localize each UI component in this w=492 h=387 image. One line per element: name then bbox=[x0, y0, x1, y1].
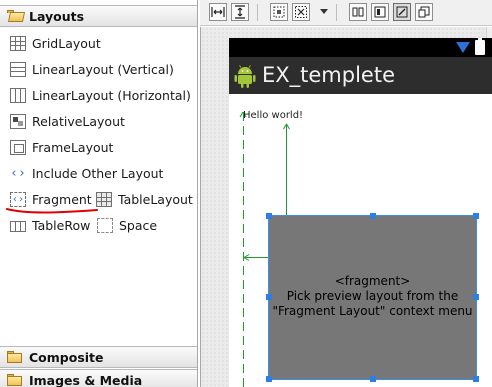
table-row-icon bbox=[10, 220, 26, 232]
folder-open-icon bbox=[7, 10, 26, 22]
palette-item-label: Include Other Layout bbox=[32, 165, 164, 181]
signal-icon bbox=[456, 42, 470, 53]
palette-item-relativelayout[interactable]: RelativeLayout bbox=[10, 111, 125, 131]
frame-layout-icon bbox=[10, 139, 26, 155]
action-bar: EX_templete bbox=[229, 57, 492, 94]
margins-icon bbox=[273, 6, 285, 18]
palette-item-linearlayout-horizontal[interactable]: LinearLayout (Horizontal) bbox=[10, 85, 191, 105]
change-layout-button[interactable] bbox=[415, 3, 433, 21]
palette-panel: Layouts GridLayout LinearLayout (Vertica… bbox=[0, 0, 198, 387]
chevron-down-icon[interactable] bbox=[320, 9, 328, 14]
linear-layout-vertical-icon bbox=[10, 61, 26, 77]
resize-handle[interactable] bbox=[473, 213, 479, 219]
hello-world-textview[interactable]: Hello world! bbox=[243, 110, 303, 121]
fragment-message: <fragment> Pick preview layout from the … bbox=[269, 274, 476, 319]
resize-handle[interactable] bbox=[266, 213, 272, 219]
palette-item-gridlayout[interactable]: GridLayout bbox=[10, 33, 101, 53]
distribute-weights-button[interactable] bbox=[349, 3, 367, 21]
palette-item-label: TableLayout bbox=[118, 191, 193, 207]
fragment-hint-line: Pick preview layout from the bbox=[286, 289, 459, 303]
toggle-fill-width-button[interactable] bbox=[209, 3, 227, 21]
palette-item-label: TableRow bbox=[32, 217, 91, 233]
resize-handle[interactable] bbox=[266, 376, 272, 382]
resize-handle[interactable] bbox=[473, 376, 479, 382]
space-icon bbox=[97, 217, 113, 233]
resize-handle[interactable] bbox=[370, 376, 376, 382]
resize-handle[interactable] bbox=[370, 213, 376, 219]
battery-icon bbox=[475, 38, 485, 55]
distribute-weights-icon bbox=[352, 7, 364, 17]
palette-item-space[interactable]: Space bbox=[97, 215, 157, 235]
layouts-category-label: Layouts bbox=[29, 8, 85, 24]
palette-item-label: LinearLayout (Vertical) bbox=[32, 61, 174, 77]
composite-category-label: Composite bbox=[29, 349, 104, 365]
composite-category-header[interactable]: Composite bbox=[0, 346, 197, 368]
palette-item-tablelayout[interactable]: TableLayout bbox=[96, 189, 193, 209]
palette-item-label: GridLayout bbox=[32, 35, 101, 51]
palette-item-framelayout[interactable]: FrameLayout bbox=[10, 137, 113, 157]
include-layout-icon: ‹› bbox=[10, 165, 26, 181]
assign-weight-icon bbox=[374, 6, 386, 18]
gravity-button[interactable] bbox=[292, 3, 310, 21]
grid-layout-icon bbox=[10, 35, 26, 51]
app-title: EX_templete bbox=[262, 63, 396, 87]
android-app-icon bbox=[234, 65, 256, 88]
assign-weight-button[interactable] bbox=[371, 3, 389, 21]
palette-item-label: LinearLayout (Horizontal) bbox=[32, 87, 191, 103]
layouts-category-header[interactable]: Layouts bbox=[0, 5, 197, 27]
fragment-hint-line: "Fragment Layout" context menu bbox=[272, 304, 473, 318]
toolbar-separator bbox=[257, 4, 258, 21]
palette-item-linearlayout-vertical[interactable]: LinearLayout (Vertical) bbox=[10, 59, 174, 79]
table-layout-icon bbox=[96, 191, 112, 207]
fill-width-icon bbox=[211, 7, 225, 17]
fragment-icon: ‹› bbox=[10, 191, 26, 207]
fragment-tag-label: <fragment> bbox=[334, 274, 411, 288]
relative-layout-icon bbox=[10, 113, 26, 129]
palette-item-tablerow[interactable]: TableRow bbox=[10, 215, 90, 235]
fragment-placeholder[interactable]: <fragment> Pick preview layout from the … bbox=[266, 213, 479, 382]
palette-item-label: Fragment bbox=[32, 191, 92, 207]
folder-icon bbox=[7, 351, 23, 363]
images-media-category-label: Images & Media bbox=[29, 372, 143, 387]
status-bar bbox=[229, 38, 492, 57]
change-layout-icon bbox=[418, 6, 430, 18]
clear-weights-icon bbox=[396, 6, 408, 18]
linear-layout-horizontal-icon bbox=[10, 87, 26, 103]
clear-weights-button[interactable] bbox=[393, 3, 411, 21]
folder-icon bbox=[7, 374, 23, 386]
fill-height-icon bbox=[235, 5, 245, 19]
layout-editor-toolbar bbox=[200, 0, 492, 26]
toggle-fill-height-button[interactable] bbox=[231, 3, 249, 21]
palette-item-include-other-layout[interactable]: ‹› Include Other Layout bbox=[10, 163, 163, 183]
palette-item-label: Space bbox=[119, 217, 158, 233]
margins-button[interactable] bbox=[270, 3, 288, 21]
palette-item-label: FrameLayout bbox=[32, 139, 114, 155]
images-media-category-header[interactable]: Images & Media bbox=[0, 369, 197, 387]
gravity-icon bbox=[295, 6, 307, 18]
palette-item-label: RelativeLayout bbox=[32, 113, 125, 129]
red-underline-annotation bbox=[6, 208, 98, 214]
toolbar-separator bbox=[336, 4, 337, 21]
